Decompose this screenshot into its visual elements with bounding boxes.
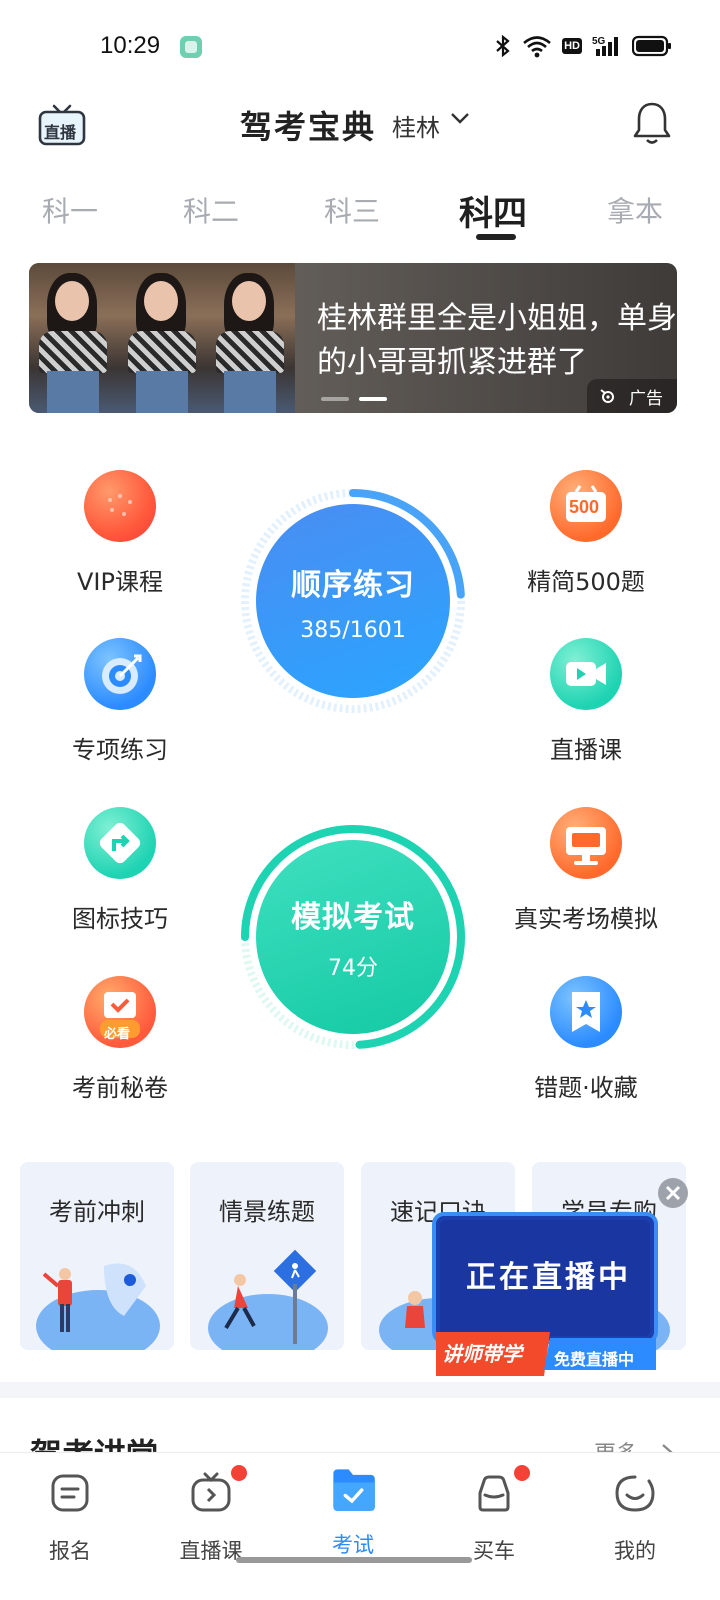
monitor-icon <box>550 807 622 879</box>
exam-folder-icon <box>333 1469 375 1511</box>
tab-subject-3[interactable]: 科三 <box>324 190 380 230</box>
mock-exam-title: 模拟考试 <box>291 900 415 935</box>
road-sign-icon <box>84 807 156 879</box>
section-divider <box>0 1382 720 1398</box>
5g-signal-icon: 5G <box>592 36 618 56</box>
vip-course-icon <box>84 470 156 542</box>
nav-signup[interactable]: 报名 <box>20 1471 120 1565</box>
chevron-down-icon[interactable] <box>448 106 472 130</box>
nav-mine[interactable]: 我的 <box>585 1471 685 1565</box>
mock-exam-core: 模拟考试 74分 <box>256 840 450 1034</box>
close-icon[interactable] <box>658 1178 688 1208</box>
banner-dot-active <box>359 397 387 401</box>
sequential-practice-progress: 385/1601 <box>300 617 406 643</box>
bell-icon[interactable] <box>632 100 672 146</box>
feature-label: 精简500题 <box>527 568 645 596</box>
nav-buy-car[interactable]: 买车 <box>444 1465 544 1565</box>
app-header: 直播 驾考宝典 桂林 <box>0 96 720 176</box>
ad-settings-icon <box>600 389 614 403</box>
hd-icon: HD <box>562 38 582 54</box>
smile-icon <box>615 1475 655 1512</box>
feature-topic-practice[interactable]: 专项练习 <box>40 638 200 765</box>
app-notification-icon <box>180 36 202 58</box>
rocket-illustration <box>36 1263 160 1350</box>
card-title: 情景练题 <box>219 1198 315 1226</box>
feature-real-exam-sim[interactable]: 真实考场模拟 <box>506 807 666 934</box>
500-questions-icon: 500 <box>550 470 622 542</box>
tab-subject-4[interactable]: 科四 <box>459 186 527 235</box>
feature-label: 考前秘卷 <box>72 1074 168 1102</box>
nav-label: 我的 <box>614 1539 656 1563</box>
feature-label: 专项练习 <box>72 736 168 764</box>
tab-get-license[interactable]: 拿本 <box>607 190 663 230</box>
live-now-popup[interactable]: 正在直播中 讲师带学 免费直播中 <box>432 1212 660 1376</box>
video-camera-icon <box>550 638 622 710</box>
city-selector[interactable]: 桂林 <box>392 108 440 143</box>
bottom-nav: 报名 直播课 考试 买车 我的 <box>0 1452 720 1600</box>
pedestrian-sign-illustration <box>208 1249 328 1350</box>
notification-dot <box>231 1465 247 1481</box>
500-badge: 500 <box>569 497 600 517</box>
nav-label: 考试 <box>332 1533 374 1557</box>
mock-exam-button[interactable]: 模拟考试 74分 <box>238 822 468 1052</box>
svg-text:5G: 5G <box>592 36 606 47</box>
nav-live-class[interactable]: 直播课 <box>161 1465 261 1565</box>
banner-dot <box>321 397 349 401</box>
live-popup-title: 正在直播中 <box>466 1260 631 1295</box>
live-popup-free: 免费直播中 <box>554 1350 635 1369</box>
must-read-badge: 必看 <box>104 1027 131 1042</box>
bookmark-star-icon <box>550 976 622 1048</box>
ad-label: 广告 <box>629 388 663 409</box>
sequential-practice-button[interactable]: 顺序练习 385/1601 <box>238 486 468 716</box>
feature-secret-paper[interactable]: 必看 考前秘卷 <box>40 976 200 1103</box>
mock-exam-score: 74分 <box>328 956 378 981</box>
feature-label: 直播课 <box>550 736 622 764</box>
live-tv-label: 直播 <box>44 123 77 142</box>
signup-icon <box>51 1474 89 1512</box>
nav-label: 报名 <box>49 1539 91 1563</box>
card-title: 考前冲刺 <box>49 1198 145 1226</box>
sequential-practice-core: 顺序练习 385/1601 <box>256 504 450 698</box>
feature-500-questions[interactable]: 500 精简500题 <box>506 470 666 597</box>
feature-label: 图标技巧 <box>72 905 168 933</box>
home-indicator[interactable] <box>236 1557 472 1563</box>
ad-badge[interactable]: 广告 <box>587 379 677 413</box>
status-bar: 10:29 HD 5G <box>0 0 720 96</box>
banner-image <box>29 263 295 413</box>
card-exam-sprint[interactable]: 考前冲刺 <box>20 1162 174 1350</box>
active-tab-indicator <box>476 234 516 240</box>
card-scenario-practice[interactable]: 情景练题 <box>190 1162 344 1350</box>
feature-label: 错题·收藏 <box>534 1074 638 1102</box>
status-time: 10:29 <box>100 32 161 59</box>
car-icon <box>478 1475 510 1512</box>
bluetooth-icon <box>496 34 510 58</box>
tab-subject-1[interactable]: 科一 <box>42 190 98 230</box>
live-popup-teacher: 讲师带学 <box>442 1342 522 1366</box>
app-title: 驾考宝典 <box>240 108 377 146</box>
target-icon <box>84 638 156 710</box>
nav-exam[interactable]: 考试 <box>303 1469 403 1559</box>
feature-sign-skills[interactable]: 图标技巧 <box>40 807 200 934</box>
banner-pagination <box>321 397 387 401</box>
feature-mistakes-favorites[interactable]: 错题·收藏 <box>506 976 666 1103</box>
subject-tabs: 科一 科二 科三 科四 拿本 <box>0 184 720 244</box>
must-read-icon: 必看 <box>84 976 156 1048</box>
live-tv-icon[interactable]: 直播 <box>38 104 86 146</box>
feature-live-class[interactable]: 直播课 <box>506 638 666 765</box>
feature-label: 真实考场模拟 <box>514 905 658 933</box>
promo-banner[interactable]: 桂林群里全是小姐姐，单身的小哥哥抓紧进群了 广告 <box>29 263 677 413</box>
status-icons: HD 5G <box>494 34 672 58</box>
sequential-practice-title: 顺序练习 <box>291 567 415 603</box>
tab-subject-2[interactable]: 科二 <box>183 190 239 230</box>
tv-icon <box>191 1472 231 1512</box>
notification-dot <box>514 1465 530 1481</box>
wifi-icon <box>523 36 551 58</box>
feature-label: VIP课程 <box>77 568 163 596</box>
banner-text: 桂林群里全是小姐姐，单身的小哥哥抓紧进群了 <box>317 301 677 380</box>
battery-icon <box>632 35 671 57</box>
feature-vip-course[interactable]: VIP课程 <box>40 470 200 597</box>
